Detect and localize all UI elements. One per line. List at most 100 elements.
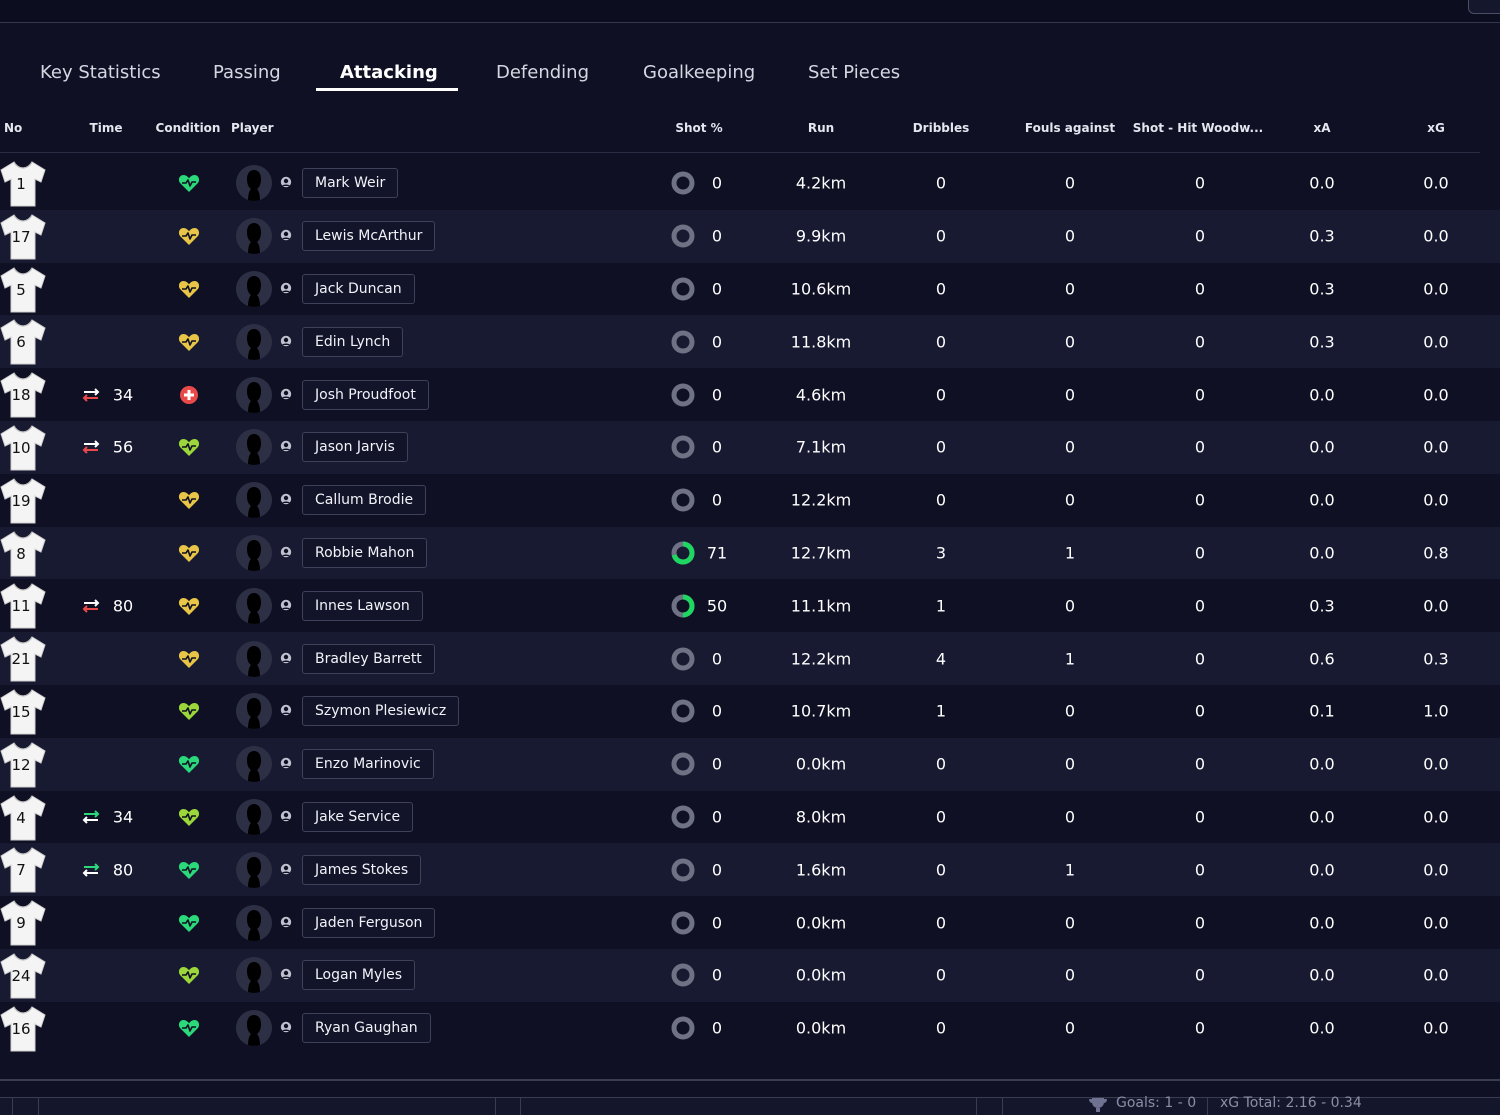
- col-header-xg[interactable]: xG: [1427, 121, 1445, 135]
- xa-value: 0.0: [1309, 860, 1335, 880]
- top-right-button[interactable]: [1468, 0, 1500, 14]
- condition-heart-icon: [178, 492, 200, 510]
- shot-pct-value: 0: [711, 437, 723, 457]
- col-header-shot-woodwork[interactable]: Shot - Hit Woodw...: [1133, 121, 1263, 135]
- player-name[interactable]: Edin Lynch: [302, 326, 404, 357]
- shot-pct-value: 0: [711, 279, 723, 299]
- table-row[interactable]: 21 Bradley Barrett 0 12.2km 4 1 0 0.6 0.3: [0, 632, 1500, 685]
- table-row[interactable]: 6 Edin Lynch 0 11.8km 0 0 0 0.3 0.0: [0, 315, 1500, 369]
- col-header-xa[interactable]: xA: [1313, 121, 1330, 135]
- run-value: 12.2km: [790, 490, 852, 510]
- condition-heart-icon: [178, 914, 200, 932]
- player-name[interactable]: Innes Lawson: [302, 590, 423, 621]
- player-avatar[interactable]: [236, 482, 272, 519]
- table-row[interactable]: 5 Jack Duncan 0 10.6km 0 0 0 0.3 0.0: [0, 263, 1500, 316]
- table-row[interactable]: 8 Robbie Mahon 71 12.7km 3 1 0 0.0 0.8: [0, 526, 1500, 580]
- table-row[interactable]: 10 56 Jason Jarvis 0 7.1km 0 0 0 0.0 0.0: [0, 421, 1500, 474]
- footer-divider: [495, 1098, 496, 1115]
- xa-value: 0.3: [1309, 279, 1335, 299]
- player-name[interactable]: Callum Brodie: [302, 485, 427, 516]
- player-avatar[interactable]: [236, 376, 272, 413]
- shot-pct-value: 0: [711, 385, 723, 405]
- table-row[interactable]: 4 34 Jake Service 0 8.0km 0 0 0 0.0 0.0: [0, 791, 1500, 844]
- player-name[interactable]: Ryan Gaughan: [302, 1013, 431, 1044]
- shot-pct-value: 0: [711, 1018, 723, 1038]
- player-avatar[interactable]: [236, 904, 272, 941]
- woodwork-value: 0: [1194, 279, 1206, 299]
- player-avatar[interactable]: [236, 1010, 272, 1047]
- condition-heart-icon: [178, 756, 200, 774]
- table-row[interactable]: 18 34 Josh Proudfoot 0 4.6km 0 0 0 0.0 0.0: [0, 368, 1500, 421]
- table-row[interactable]: 19 Callum Brodie 0 12.2km 0 0 0 0.0 0.0: [0, 474, 1500, 527]
- tab-passing[interactable]: Passing: [213, 62, 281, 83]
- xg-value: 0.0: [1423, 596, 1449, 616]
- table-row[interactable]: 15 Szymon Plesiewicz 0 10.7km 1 0 0 0.1 1.0: [0, 685, 1500, 738]
- player-name[interactable]: Josh Proudfoot: [302, 379, 429, 410]
- table-row[interactable]: 12 Enzo Marinovic 0 0.0km 0 0 0 0.0 0.0: [0, 737, 1500, 791]
- col-header-dribbles[interactable]: Dribbles: [913, 121, 970, 135]
- shirt-number: 4: [16, 808, 26, 827]
- xa-value: 0.0: [1309, 490, 1335, 510]
- player-name[interactable]: Bradley Barrett: [302, 643, 435, 674]
- xa-value: 0.6: [1309, 649, 1335, 669]
- tab-goalkeeping[interactable]: Goalkeeping: [643, 62, 755, 83]
- condition-heart-icon: [178, 439, 200, 457]
- col-header-shot-pct[interactable]: Shot %: [675, 121, 722, 135]
- shirt-number: 21: [11, 650, 31, 669]
- shot-pct-value: 0: [711, 173, 723, 193]
- player-name[interactable]: Lewis McArthur: [302, 221, 436, 252]
- player-avatar[interactable]: [236, 851, 272, 888]
- col-header-run[interactable]: Run: [808, 121, 834, 135]
- player-avatar[interactable]: [236, 640, 272, 677]
- table-row[interactable]: 9 Jaden Ferguson 0 0.0km 0 0 0 0.0 0.0: [0, 896, 1500, 949]
- player-avatar[interactable]: [236, 957, 272, 994]
- player-name[interactable]: Jack Duncan: [302, 273, 415, 304]
- player-avatar[interactable]: [236, 693, 272, 730]
- tab-key-statistics[interactable]: Key Statistics: [40, 62, 161, 83]
- col-header-no[interactable]: No: [4, 121, 22, 135]
- player-avatar[interactable]: [236, 270, 272, 307]
- player-avatar[interactable]: [236, 798, 272, 835]
- sub-on-icon: [82, 810, 100, 824]
- table-row[interactable]: 17 Lewis McArthur 0 9.9km 0 0 0 0.3 0.0: [0, 209, 1500, 263]
- xa-value: 0.0: [1309, 173, 1335, 193]
- fouls-against-value: 0: [1064, 490, 1076, 510]
- tab-defending[interactable]: Defending: [496, 62, 589, 83]
- player-name[interactable]: Jake Service: [302, 801, 414, 832]
- col-header-condition[interactable]: Condition: [156, 121, 221, 135]
- table-row[interactable]: 11 80 Innes Lawson 50 11.1km 1 0 0 0.3 0.0: [0, 579, 1500, 632]
- person-icon: [280, 1021, 292, 1033]
- tab-attacking[interactable]: Attacking: [340, 62, 438, 83]
- player-name[interactable]: Mark Weir: [302, 168, 399, 199]
- player-avatar[interactable]: [236, 429, 272, 466]
- dribbles-value: 0: [935, 754, 947, 774]
- player-avatar[interactable]: [236, 746, 272, 783]
- xg-value: 0.0: [1423, 279, 1449, 299]
- condition-heart-icon: [178, 175, 200, 193]
- table-row[interactable]: 1 Mark Weir 0 4.2km 0 0 0 0.0 0.0: [0, 157, 1500, 210]
- player-name[interactable]: Jason Jarvis: [302, 432, 408, 463]
- col-header-player[interactable]: Player: [231, 121, 274, 135]
- player-avatar[interactable]: [236, 323, 272, 360]
- table-row[interactable]: 7 80 James Stokes 0 1.6km 0 1 0 0.0 0.0: [0, 843, 1500, 897]
- shot-accuracy-ring: [671, 383, 695, 407]
- player-name[interactable]: Jaden Ferguson: [302, 907, 436, 938]
- player-name[interactable]: James Stokes: [302, 854, 422, 885]
- player-name[interactable]: Enzo Marinovic: [302, 749, 434, 780]
- sub-on-icon: [82, 863, 100, 877]
- tab-set-pieces[interactable]: Set Pieces: [808, 62, 900, 83]
- player-name[interactable]: Robbie Mahon: [302, 537, 428, 568]
- player-name[interactable]: Logan Myles: [302, 960, 416, 991]
- time-value: 80: [112, 860, 134, 880]
- player-avatar[interactable]: [236, 587, 272, 624]
- woodwork-value: 0: [1194, 965, 1206, 985]
- fouls-against-value: 0: [1064, 385, 1076, 405]
- table-row[interactable]: 16 Ryan Gaughan 0 0.0km 0 0 0 0.0 0.0: [0, 1002, 1500, 1055]
- player-avatar[interactable]: [236, 534, 272, 571]
- table-row[interactable]: 24 Logan Myles 0 0.0km 0 0 0 0.0 0.0: [0, 949, 1500, 1002]
- col-header-fouls-against[interactable]: Fouls against: [1025, 121, 1115, 135]
- col-header-time[interactable]: Time: [90, 121, 123, 135]
- player-avatar[interactable]: [236, 165, 272, 202]
- player-name[interactable]: Szymon Plesiewicz: [302, 696, 460, 727]
- player-avatar[interactable]: [236, 218, 272, 255]
